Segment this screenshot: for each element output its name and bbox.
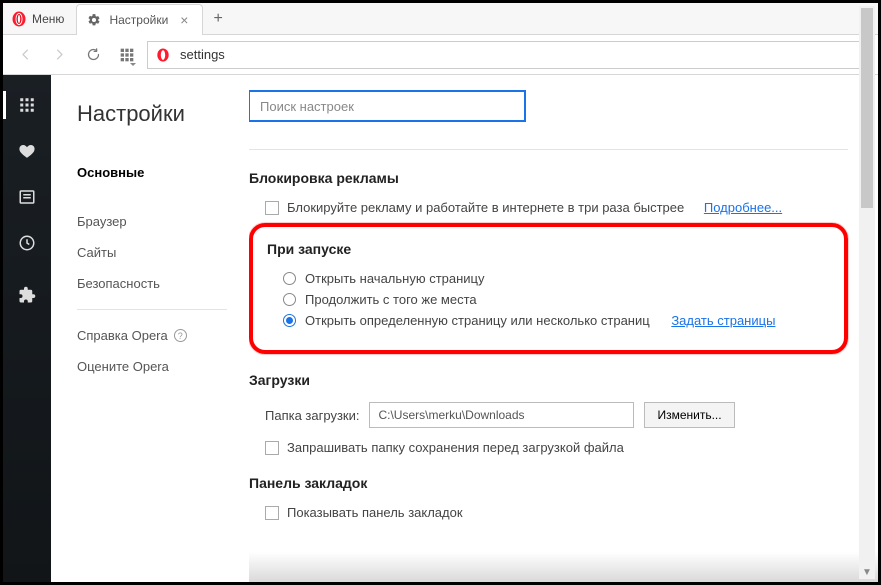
scrollbar[interactable]: ▲ ▼ bbox=[859, 6, 875, 579]
address-bar[interactable] bbox=[147, 41, 870, 69]
scroll-down-icon[interactable]: ▼ bbox=[861, 565, 873, 579]
page-title: Настройки bbox=[77, 101, 227, 127]
adblock-row: Блокируйте рекламу и работайте в интерне… bbox=[265, 200, 848, 215]
download-ask-checkbox[interactable] bbox=[265, 441, 279, 455]
new-tab-button[interactable]: + bbox=[203, 10, 232, 28]
tab-close-icon[interactable]: × bbox=[176, 12, 192, 28]
download-ask-row: Запрашивать папку сохранения перед загру… bbox=[265, 440, 848, 455]
titlebar: Меню Настройки × + bbox=[3, 3, 878, 35]
bookmarks-show-label: Показывать панель закладок bbox=[287, 505, 463, 520]
subnav-item-help[interactable]: Справка Opera ? bbox=[77, 320, 227, 351]
radio-icon bbox=[283, 293, 296, 306]
subnav-item-browser[interactable]: Браузер bbox=[77, 206, 227, 237]
back-button[interactable] bbox=[11, 41, 39, 69]
navbar bbox=[3, 35, 878, 75]
scroll-thumb[interactable] bbox=[861, 8, 873, 208]
bottom-shadow bbox=[249, 552, 878, 582]
startup-option-1-label: Открыть начальную страницу bbox=[305, 271, 485, 286]
sidebar-extensions-icon[interactable] bbox=[17, 285, 37, 305]
help-icon: ? bbox=[174, 329, 187, 342]
forward-button[interactable] bbox=[45, 41, 73, 69]
startup-option-2-label: Продолжить с того же места bbox=[305, 292, 477, 307]
menu-button[interactable]: Меню bbox=[3, 3, 76, 34]
reload-button[interactable] bbox=[79, 41, 107, 69]
menu-label: Меню bbox=[32, 12, 64, 26]
address-input[interactable] bbox=[178, 46, 861, 63]
section-title-startup: При запуске bbox=[267, 241, 830, 257]
opera-badge-icon bbox=[156, 48, 170, 62]
active-tab[interactable]: Настройки × bbox=[76, 4, 203, 35]
subnav-item-security[interactable]: Безопасность bbox=[77, 268, 227, 299]
bookmarks-show-row: Показывать панель закладок bbox=[265, 505, 848, 520]
radio-icon bbox=[283, 272, 296, 285]
download-change-button[interactable]: Изменить... bbox=[644, 402, 734, 428]
icon-sidebar bbox=[3, 75, 51, 582]
settings-content: Блокировка рекламы Блокируйте рекламу и … bbox=[249, 75, 878, 582]
download-ask-label: Запрашивать папку сохранения перед загру… bbox=[287, 440, 624, 455]
section-title-adblock: Блокировка рекламы bbox=[249, 170, 848, 186]
section-title-downloads: Загрузки bbox=[249, 372, 848, 388]
subnav-item-sites[interactable]: Сайты bbox=[77, 237, 227, 268]
sidebar-history-icon[interactable] bbox=[17, 233, 37, 253]
download-folder-input[interactable] bbox=[369, 402, 634, 428]
sidebar-bookmarks-icon[interactable] bbox=[17, 141, 37, 161]
section-title-bookmarks: Панель закладок bbox=[249, 475, 848, 491]
speed-dial-button[interactable] bbox=[113, 41, 141, 69]
radio-icon bbox=[283, 314, 296, 327]
subnav-item-rate[interactable]: Оцените Opera bbox=[77, 351, 227, 382]
set-pages-link[interactable]: Задать страницы bbox=[671, 313, 775, 328]
startup-option-3[interactable]: Открыть определенную страницу или нескол… bbox=[283, 313, 830, 328]
startup-option-3-label: Открыть определенную страницу или нескол… bbox=[305, 313, 650, 328]
sidebar-news-icon[interactable] bbox=[17, 187, 37, 207]
download-folder-row: Папка загрузки: Изменить... bbox=[265, 402, 848, 428]
startup-option-1[interactable]: Открыть начальную страницу bbox=[283, 271, 830, 286]
download-folder-label: Папка загрузки: bbox=[265, 408, 359, 423]
startup-section-highlight: При запуске Открыть начальную страницу П… bbox=[249, 223, 848, 354]
bookmarks-show-checkbox[interactable] bbox=[265, 506, 279, 520]
adblock-checkbox[interactable] bbox=[265, 201, 279, 215]
opera-logo-icon bbox=[11, 11, 27, 27]
subnav-help-label: Справка Opera bbox=[77, 328, 168, 343]
gear-icon bbox=[87, 13, 101, 27]
startup-option-2[interactable]: Продолжить с того же места bbox=[283, 292, 830, 307]
settings-subnav: Настройки Основные Браузер Сайты Безопас… bbox=[51, 75, 249, 582]
settings-search-input[interactable] bbox=[249, 91, 525, 121]
subnav-item-basic[interactable]: Основные bbox=[77, 157, 227, 188]
adblock-label: Блокируйте рекламу и работайте в интерне… bbox=[287, 200, 684, 215]
tab-title: Настройки bbox=[109, 13, 168, 27]
sidebar-speed-dial-icon[interactable] bbox=[17, 95, 37, 115]
adblock-more-link[interactable]: Подробнее... bbox=[704, 200, 782, 215]
